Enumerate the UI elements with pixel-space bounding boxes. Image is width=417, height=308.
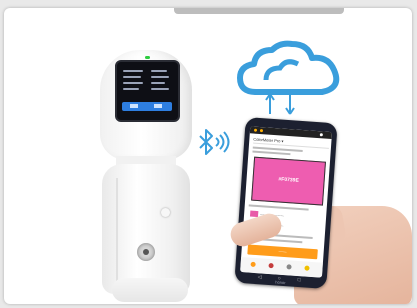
screen-text-row (123, 82, 143, 84)
screen-text-row (151, 88, 169, 90)
screen-text-row (123, 88, 139, 90)
screen-button (154, 104, 162, 108)
recent-icon[interactable]: □ (297, 277, 300, 283)
screen-text-row (151, 76, 169, 78)
tab-icon[interactable] (250, 261, 256, 268)
phone-brand: honor (275, 279, 286, 286)
device-side-button (161, 208, 170, 217)
measure-button-label: —— (278, 248, 287, 255)
screen-button (130, 104, 138, 108)
top-decoration (174, 8, 344, 14)
back-icon[interactable]: ◁ (258, 274, 262, 280)
device-screen-buttons (122, 102, 172, 111)
status-dot (319, 133, 323, 137)
app-text-line (248, 204, 309, 211)
phone-screen: ColorMeter Pro ▾ #F0739E ———————— ——————… (240, 126, 333, 278)
status-dot (259, 129, 264, 133)
device-screen (115, 60, 180, 122)
bluetooth-icon (199, 129, 230, 155)
color-swatch[interactable]: #F0739E (251, 156, 326, 206)
arrow-up-icon (265, 93, 275, 114)
arrow-down-icon (285, 94, 295, 115)
measure-button[interactable]: —— (247, 244, 318, 260)
device-base (112, 278, 188, 302)
measurement-aperture (137, 243, 155, 261)
screen-text-row (151, 82, 165, 84)
cloud-icon (237, 40, 340, 95)
status-led (145, 56, 150, 59)
screen-text-row (151, 70, 167, 72)
device-seam (116, 178, 118, 288)
app-text-line (252, 150, 291, 156)
tab-icon[interactable] (286, 264, 292, 270)
screen-text-row (123, 70, 143, 72)
swatch-code: #F0739E (278, 176, 299, 184)
image-frame: ColorMeter Pro ▾ #F0739E ———————— ——————… (4, 8, 412, 304)
tab-icon[interactable] (268, 262, 274, 269)
tab-icon[interactable] (304, 265, 310, 271)
status-dot (253, 128, 258, 132)
screen-text-row (123, 76, 141, 78)
smartphone: ColorMeter Pro ▾ #F0739E ———————— ——————… (234, 116, 338, 290)
